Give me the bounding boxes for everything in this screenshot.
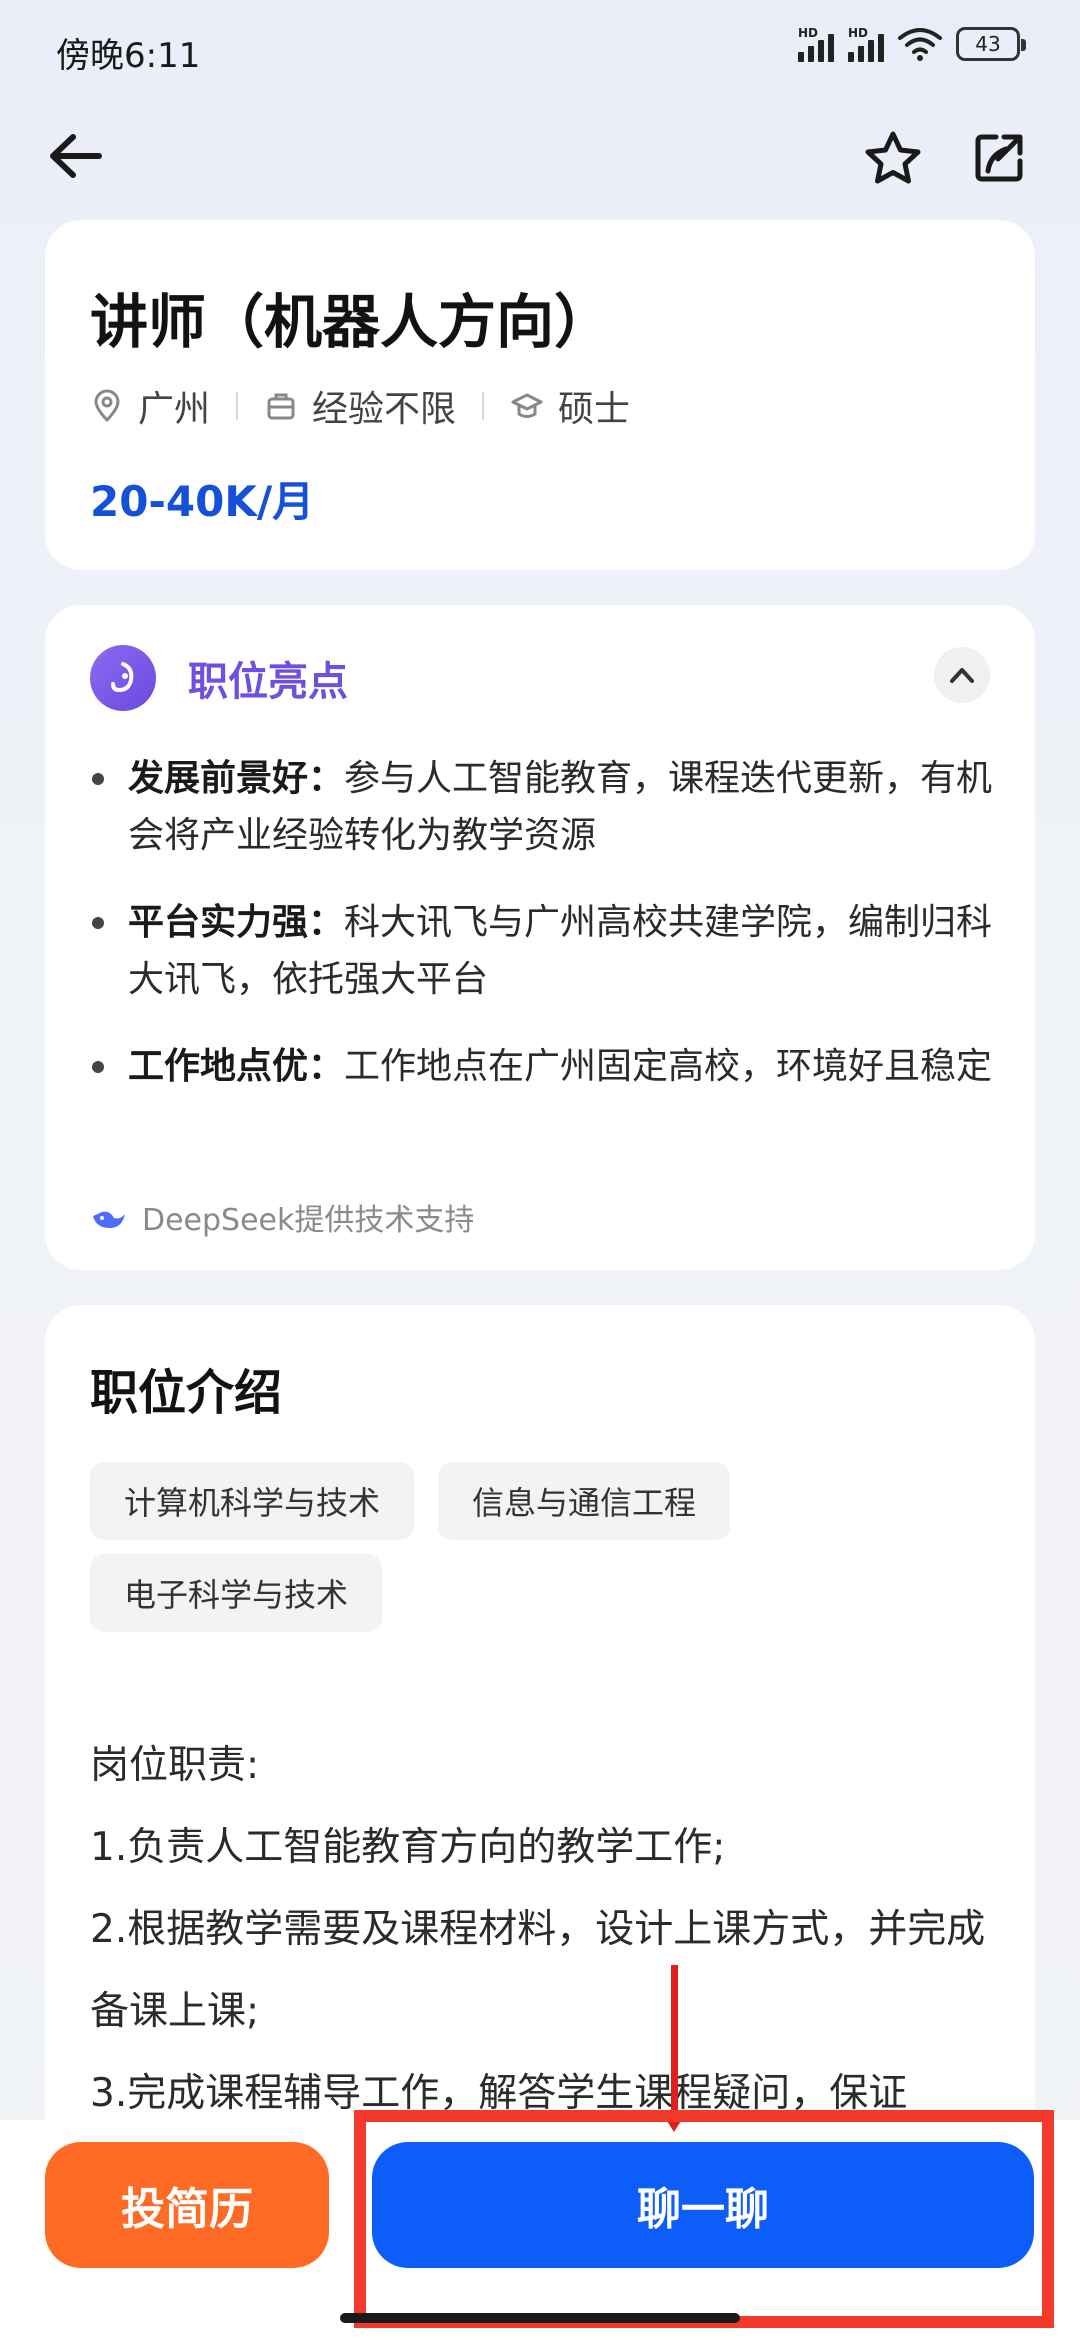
intro-title: 职位介绍 <box>90 1365 283 1421</box>
ai-assistant-icon <box>90 645 156 711</box>
highlight-label: 发展前景好： <box>128 758 345 799</box>
highlight-item: 工作地点优：工作地点在广州固定高校，环境好且稳定 <box>90 1038 995 1095</box>
annotation-highlight-box <box>354 2110 1054 2328</box>
credit-text: DeepSeek提供技术支持 <box>142 1203 475 1238</box>
job-intro-card: 职位介绍 计算机科学与技术 信息与通信工程 电子科学与技术 岗位职责: 1.负责… <box>45 1305 1035 2205</box>
favorite-button[interactable] <box>858 128 928 188</box>
signal-icon: HD <box>798 26 834 62</box>
deepseek-credit: DeepSeek提供技术支持 <box>90 1195 474 1239</box>
whale-icon <box>93 1211 125 1228</box>
annotation-arrow <box>671 1965 678 2120</box>
divider <box>236 392 239 420</box>
highlights-card: 职位亮点 发展前景好：参与人工智能教育，课程迭代更新，有机会将产业经验转化为教学… <box>45 605 1035 1270</box>
highlights-header: 职位亮点 <box>90 645 348 711</box>
status-time: 傍晚6:11 <box>56 36 201 76</box>
status-bar: 傍晚6:11 HD HD 43 <box>0 0 1080 100</box>
apply-resume-button[interactable]: 投简历 <box>45 2142 329 2268</box>
signal-icon-2: HD <box>848 26 884 62</box>
wifi-icon <box>898 28 942 61</box>
chevron-up-icon <box>950 668 974 683</box>
highlights-title: 职位亮点 <box>188 659 348 705</box>
top-nav <box>0 100 1080 210</box>
hd-label: HD <box>798 26 819 40</box>
home-indicator <box>340 2313 740 2323</box>
star-icon <box>865 131 921 184</box>
share-icon <box>975 134 1023 182</box>
highlight-item: 发展前景好：参与人工智能教育，课程迭代更新，有机会将产业经验转化为教学资源 <box>90 750 995 864</box>
salary: 20-40K/月 <box>90 477 315 526</box>
job-title: 讲师（机器人方向） <box>90 288 613 356</box>
arrow-left-icon <box>50 134 102 178</box>
back-button[interactable] <box>40 124 110 188</box>
location-text: 广州 <box>138 389 211 430</box>
highlight-text: 工作地点在广州固定高校，环境好且稳定 <box>344 1046 993 1087</box>
meta-location: 广州 <box>90 380 210 432</box>
experience-text: 经验不限 <box>312 389 457 430</box>
divider <box>482 392 485 420</box>
job-header-card: 讲师（机器人方向） 广州 经验不限 硕士 20-40K/月 <box>45 220 1035 570</box>
highlight-item: 平台实力强：科大讯飞与广州高校共建学院，编制归科大讯飞，依托强大平台 <box>90 894 995 1008</box>
major-tag: 计算机科学与技术 <box>90 1462 415 1540</box>
description-line: 岗位职责: <box>90 1743 260 1788</box>
battery-icon: 43 <box>956 27 1026 61</box>
major-tag: 信息与通信工程 <box>438 1462 731 1540</box>
education-text: 硕士 <box>558 389 631 430</box>
graduation-cap-icon <box>511 393 543 418</box>
share-button[interactable] <box>964 128 1034 188</box>
status-icons: HD HD 43 <box>798 26 1026 62</box>
description-line: 1.负责人工智能教育方向的教学工作; <box>90 1825 726 1870</box>
highlight-label: 工作地点优： <box>128 1046 345 1087</box>
briefcase-icon <box>267 393 295 420</box>
major-tag: 电子科学与技术 <box>90 1554 383 1632</box>
job-description: 岗位职责: 1.负责人工智能教育方向的教学工作; 2.根据教学需要及课程材料，设… <box>90 1725 1010 2135</box>
hd-label-2: HD <box>848 26 869 40</box>
meta-education: 硕士 <box>510 380 630 432</box>
location-pin-icon <box>94 389 120 423</box>
collapse-button[interactable] <box>934 647 990 703</box>
meta-experience: 经验不限 <box>264 380 456 432</box>
highlight-label: 平台实力强： <box>128 902 345 943</box>
battery-level: 43 <box>975 32 1001 56</box>
job-meta: 广州 经验不限 硕士 <box>90 380 630 432</box>
description-line: 2.根据教学需要及课程材料，设计上课方式，并完成备课上课; <box>90 1907 986 2034</box>
highlights-list: 发展前景好：参与人工智能教育，课程迭代更新，有机会将产业经验转化为教学资源 平台… <box>90 750 995 1125</box>
major-tags: 计算机科学与技术 信息与通信工程 电子科学与技术 <box>90 1462 995 1632</box>
